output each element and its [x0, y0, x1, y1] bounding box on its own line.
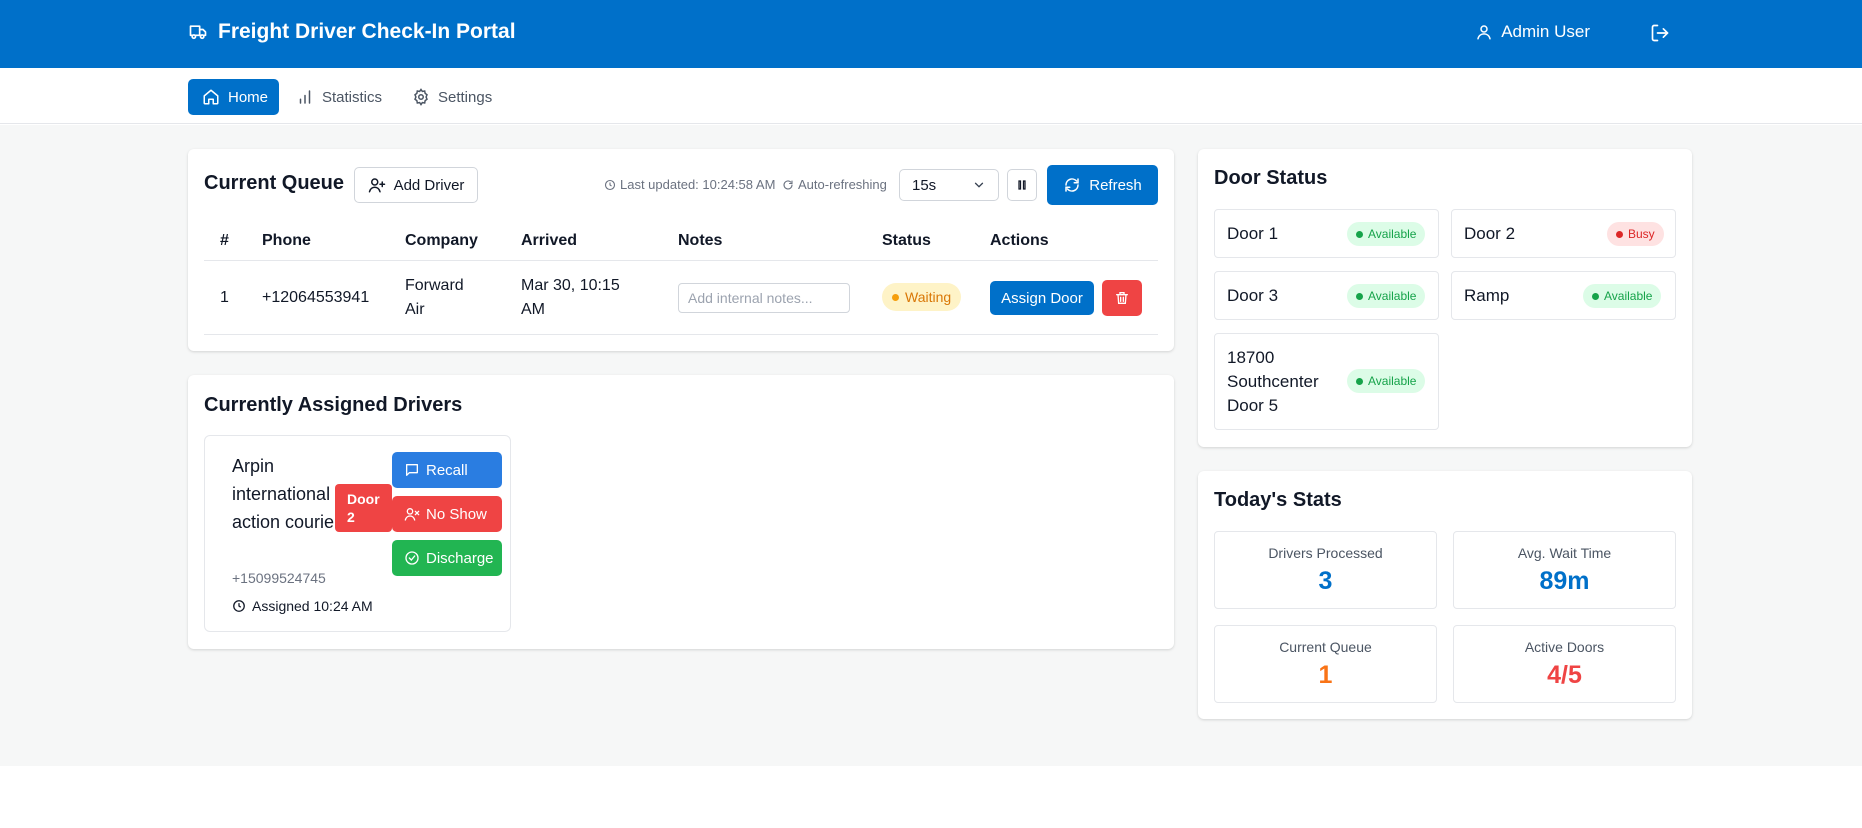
refresh-interval-select[interactable]: 15s [899, 169, 999, 201]
refresh-button[interactable]: Refresh [1047, 165, 1158, 205]
door-name: Ramp [1464, 286, 1510, 305]
assign-door-button[interactable]: Assign Door [990, 281, 1094, 315]
nav-settings[interactable]: Settings [398, 79, 506, 115]
nav-statistics[interactable]: Statistics [282, 79, 396, 115]
app-title: Freight Driver Check-In Portal [218, 20, 516, 43]
door-status-badge: Available [1347, 222, 1426, 246]
discharge-button[interactable]: Discharge [392, 540, 502, 576]
door-status-badge: Available [1583, 284, 1662, 308]
door-status-badge: Available [1347, 284, 1426, 308]
status-badge: Waiting [882, 283, 962, 311]
logout-icon[interactable] [1650, 23, 1670, 43]
door-status-badge: Busy [1607, 222, 1664, 246]
app-brand: Freight Driver Check-In Portal [188, 20, 516, 44]
main-nav: Home Statistics Settings [0, 68, 1862, 124]
refresh-icon [1063, 176, 1081, 194]
stat-drivers-processed: Drivers Processed 3 [1214, 531, 1437, 609]
clock-icon [604, 179, 616, 191]
truck-icon [188, 22, 208, 42]
trash-icon [1114, 290, 1130, 306]
door-status-title: Door Status [1214, 167, 1328, 189]
door-name: Door 1 [1227, 224, 1279, 243]
recall-button[interactable]: Recall [392, 452, 502, 488]
user-x-icon [404, 506, 420, 522]
status-dot [892, 293, 899, 301]
stat-avg-wait: Avg. Wait Time 89m [1453, 531, 1676, 609]
pause-button[interactable] [1007, 169, 1037, 201]
queue-title: Current Queue [204, 172, 345, 194]
door-name: Door 2 [1464, 224, 1516, 243]
col-num: # [220, 232, 229, 249]
bar-chart-icon [296, 88, 314, 106]
stat-current-queue: Current Queue 1 [1214, 625, 1437, 703]
user-icon [1475, 23, 1493, 41]
chevron-down-icon [972, 178, 986, 192]
nav-home[interactable]: Home [188, 79, 279, 115]
col-actions: Actions [990, 232, 1049, 249]
assigned-title: Currently Assigned Drivers [204, 394, 463, 416]
refresh-small-icon [782, 179, 794, 191]
gear-icon [412, 88, 430, 106]
user-plus-icon [368, 176, 386, 194]
delete-button[interactable] [1102, 280, 1142, 316]
last-updated: Last updated: 10:24:58 AM [604, 177, 775, 192]
home-icon [202, 88, 220, 106]
assigned-time: Assigned 10:24 AM [232, 594, 373, 618]
col-company: Company [405, 232, 478, 249]
col-notes: Notes [678, 232, 723, 249]
door-status-badge: Available [1347, 369, 1426, 393]
no-show-button[interactable]: No Show [392, 496, 502, 532]
notes-input[interactable] [678, 283, 850, 313]
door-name: 18700 Southcenter Door 5 [1227, 348, 1319, 415]
table-row-divider [204, 334, 1158, 335]
door-tag: Door 2 [335, 484, 392, 532]
message-icon [404, 462, 420, 478]
top-header: Freight Driver Check-In Portal Admin Use… [0, 0, 1862, 68]
row-phone: +12064553941 [262, 289, 370, 306]
auto-refresh-indicator: Auto-refreshing [782, 177, 887, 192]
driver-company: Arpin international / action courier [232, 456, 341, 532]
col-arrived: Arrived [521, 232, 578, 249]
col-status: Status [882, 232, 931, 249]
pause-icon [1016, 179, 1028, 191]
row-arrived: Mar 30, 10:15 AM [521, 277, 620, 318]
clock-icon [232, 599, 246, 613]
door-name: Door 3 [1227, 286, 1279, 305]
user-menu[interactable]: Admin User [1475, 22, 1590, 42]
check-circle-icon [404, 550, 420, 566]
user-name: Admin User [1501, 22, 1590, 41]
row-company: Forward Air [405, 277, 464, 318]
row-num: 1 [220, 289, 229, 306]
col-phone: Phone [262, 232, 311, 249]
add-driver-button[interactable]: Add Driver [354, 167, 478, 203]
stats-title: Today's Stats [1214, 489, 1342, 511]
stat-active-doors: Active Doors 4/5 [1453, 625, 1676, 703]
table-header-divider [204, 260, 1158, 261]
driver-phone: +15099524745 [232, 570, 326, 586]
